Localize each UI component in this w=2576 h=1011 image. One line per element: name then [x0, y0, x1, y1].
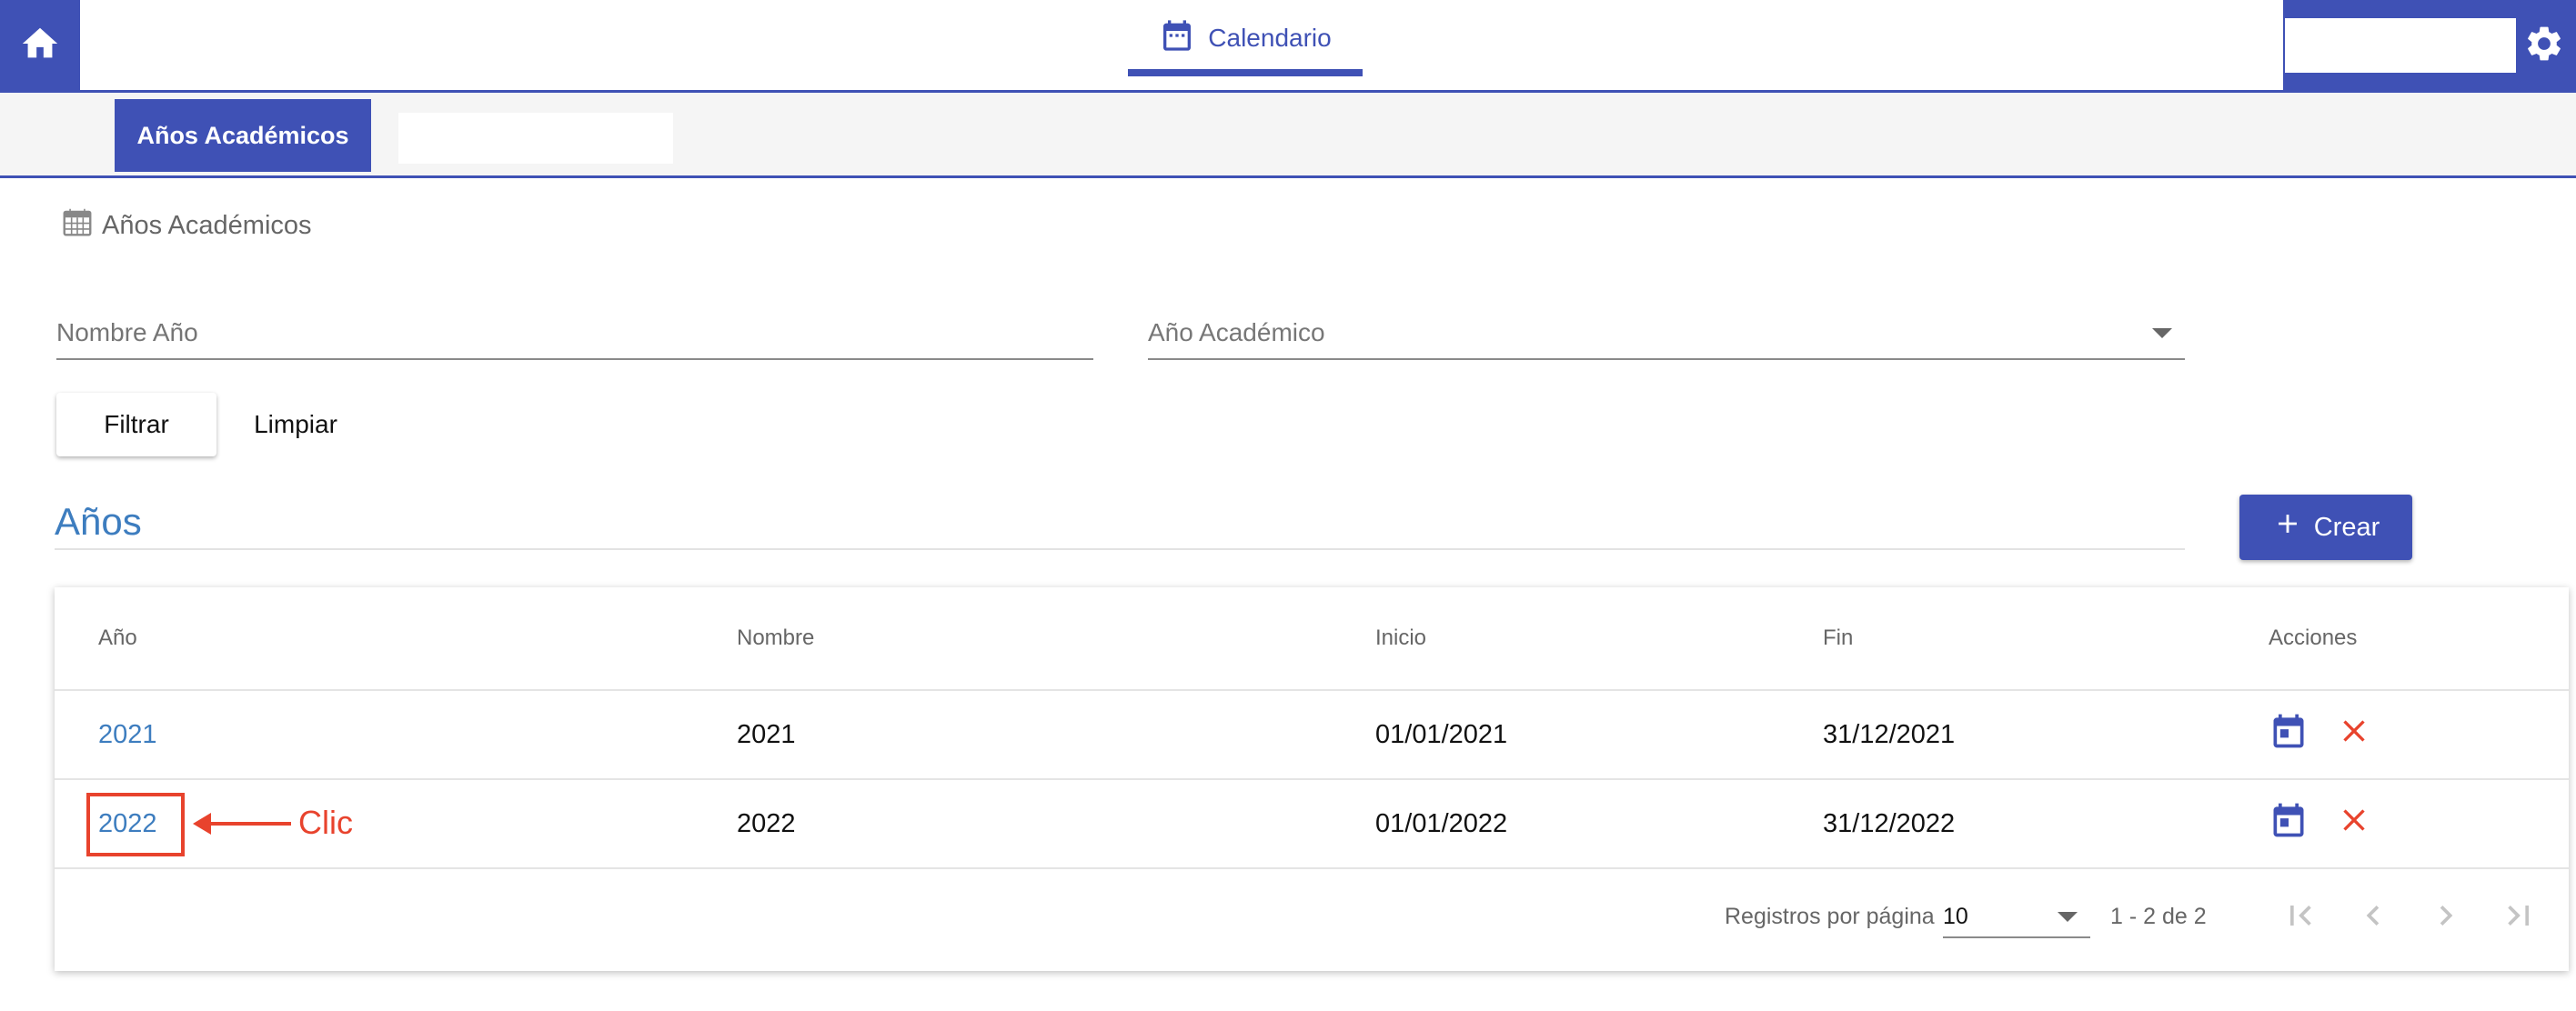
cell-nombre: 2021 — [737, 719, 796, 749]
home-button[interactable] — [0, 0, 80, 91]
pagination: Registros por página 10 1 - 2 de 2 — [55, 869, 2569, 971]
row-actions — [2269, 780, 2372, 867]
calendar-icon — [1159, 17, 1195, 60]
calendar-action-icon[interactable] — [2269, 711, 2309, 758]
column-header-ano[interactable]: Año — [98, 587, 137, 689]
settings-button[interactable] — [2516, 9, 2572, 82]
row-actions — [2269, 691, 2372, 778]
column-header-nombre[interactable]: Nombre — [737, 587, 814, 689]
cell-fin: 31/12/2021 — [1823, 719, 1956, 749]
next-page-icon[interactable] — [2420, 889, 2472, 942]
delete-icon[interactable] — [2336, 713, 2372, 756]
create-button[interactable]: Crear — [2239, 495, 2412, 560]
column-header-inicio[interactable]: Inicio — [1375, 587, 1426, 689]
year-name-field[interactable] — [56, 307, 1093, 360]
year-name-input[interactable] — [56, 318, 1093, 347]
column-header-fin[interactable]: Fin — [1823, 587, 1853, 689]
cell-fin: 31/12/2022 — [1823, 808, 1956, 838]
cell-inicio: 01/01/2021 — [1375, 719, 1508, 749]
annotation-label: Clic — [298, 804, 353, 841]
create-button-label: Crear — [2313, 512, 2380, 542]
page-nav — [2274, 889, 2545, 942]
table-header-row: Año Nombre Inicio Fin Acciones — [55, 587, 2569, 691]
table-row: 2022 2022 01/01/2022 31/12/2022 — [55, 780, 2569, 869]
per-page-label: Registros por página — [1725, 904, 1935, 929]
previous-page-icon[interactable] — [2347, 889, 2400, 942]
subtab-anos-academicos[interactable]: Años Académicos — [115, 99, 371, 172]
table-row: 2021 2021 01/01/2021 31/12/2021 — [55, 691, 2569, 780]
per-page-value: 10 — [1943, 903, 1968, 929]
gear-icon — [2523, 23, 2565, 69]
user-field[interactable] — [2285, 18, 2516, 73]
tab-label: Calendario — [1208, 24, 1332, 52]
calendar-action-icon[interactable] — [2269, 800, 2309, 847]
page-range: 1 - 2 de 2 — [2110, 904, 2207, 929]
delete-icon[interactable] — [2336, 802, 2372, 846]
per-page-select[interactable]: 10 — [1943, 896, 2090, 938]
home-icon — [19, 23, 61, 69]
column-header-acciones: Acciones — [2269, 626, 2358, 650]
first-page-icon[interactable] — [2274, 889, 2327, 942]
filter-button[interactable]: Filtrar — [56, 393, 216, 456]
click-highlight-box — [86, 793, 185, 856]
dropdown-arrow-icon — [2058, 911, 2078, 922]
top-app-bar: Calendario — [0, 0, 2576, 93]
last-page-icon[interactable] — [2492, 889, 2545, 942]
breadcrumb: Años Académicos — [60, 207, 312, 244]
academic-year-select[interactable]: Año Académico — [1148, 307, 2185, 360]
sub-navigation: Años Académicos — [0, 93, 2576, 178]
years-table: Año Nombre Inicio Fin Acciones 2021 2021… — [55, 587, 2569, 971]
breadcrumb-label: Años Académicos — [102, 210, 312, 240]
tab-calendario[interactable]: Calendario — [1128, 0, 1363, 76]
clear-button[interactable]: Limpiar — [227, 393, 364, 456]
section-title: Años — [55, 500, 142, 543]
calendar-grid-icon — [60, 205, 95, 246]
academic-year-placeholder: Año Académico — [1148, 318, 1325, 346]
dropdown-arrow-icon — [2152, 327, 2172, 338]
section-divider — [55, 548, 2185, 550]
cell-inicio: 01/01/2022 — [1375, 808, 1508, 838]
annotation-arrow — [206, 822, 291, 826]
year-link[interactable]: 2021 — [98, 691, 157, 778]
plus-icon — [2272, 508, 2303, 546]
subtab-blank[interactable] — [398, 113, 673, 164]
active-tab-indicator — [1128, 69, 1363, 76]
cell-nombre: 2022 — [737, 808, 796, 838]
